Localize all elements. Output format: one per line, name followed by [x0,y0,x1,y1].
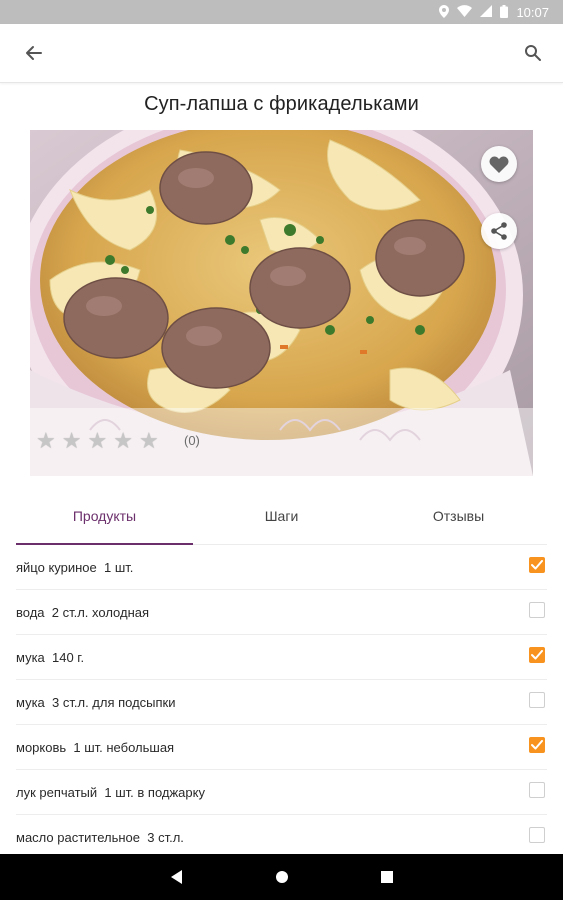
status-bar: 10:07 [0,0,563,24]
ingredient-label: морковь 1 шт. небольшая [16,739,175,755]
rating-count: (0) [184,433,200,448]
location-icon [439,4,450,20]
home-circle-icon [275,871,288,883]
recents-square-icon [380,871,393,883]
list-item[interactable]: лук репчатый 1 шт. в поджарку [16,770,547,815]
favorite-button[interactable] [481,146,517,182]
heart-icon [489,156,509,173]
battery-icon [500,4,509,20]
ingredient-checkbox[interactable] [529,827,545,843]
wifi-icon [457,5,473,19]
ingredient-label: лук репчатый 1 шт. в поджарку [16,784,205,800]
back-triangle-icon [170,870,182,884]
rating-stars[interactable]: ★ ★ ★ ★ ★ [36,430,159,452]
signal-icon [480,5,493,19]
list-item[interactable]: мука 140 г. [16,635,547,680]
tab-reviews[interactable]: Отзывы [370,488,547,544]
search-icon [525,45,541,61]
star-icon[interactable]: ★ [139,430,159,452]
tab-steps[interactable]: Шаги [193,488,370,544]
arrow-left-icon [26,46,42,60]
star-icon[interactable]: ★ [62,430,82,452]
recipe-title: Суп-лапша с фрикадельками [144,93,419,115]
nav-home-button[interactable] [275,870,289,884]
ingredient-list: яйцо куриное 1 шт. вода 2 ст.л. холодная… [16,545,547,860]
ingredient-label: мука 140 г. [16,649,85,665]
list-item[interactable]: яйцо куриное 1 шт. [16,545,547,590]
ingredient-label: мука 3 ст.л. для подсыпки [16,694,176,710]
star-icon[interactable]: ★ [87,430,107,452]
ingredient-label: масло растительное 3 ст.л. [16,829,184,845]
nav-recents-button[interactable] [380,871,393,883]
ingredient-checkbox[interactable] [529,647,545,663]
share-button[interactable] [481,213,517,249]
star-icon[interactable]: ★ [113,430,133,452]
star-icon[interactable]: ★ [36,430,56,452]
ingredient-label: яйцо куриное 1 шт. [16,559,134,575]
status-time: 10:07 [516,4,549,20]
ingredient-checkbox[interactable] [529,737,545,753]
ingredient-checkbox[interactable] [529,692,545,708]
list-item[interactable]: морковь 1 шт. небольшая [16,725,547,770]
ingredient-checkbox[interactable] [529,782,545,798]
list-item[interactable]: мука 3 ст.л. для подсыпки [16,680,547,725]
ingredient-label: вода 2 ст.л. холодная [16,604,150,620]
tab-products[interactable]: Продукты [16,488,193,545]
search-button[interactable] [519,39,547,67]
share-icon [491,222,507,240]
ingredient-checkbox[interactable] [529,557,545,573]
ingredient-checkbox[interactable] [529,602,545,618]
nav-back-button[interactable] [170,870,183,884]
app-bar [0,24,563,83]
system-nav-bar [0,854,563,900]
back-button[interactable] [20,39,48,67]
tab-bar: Продукты Шаги Отзывы [16,488,547,545]
list-item[interactable]: вода 2 ст.л. холодная [16,590,547,635]
